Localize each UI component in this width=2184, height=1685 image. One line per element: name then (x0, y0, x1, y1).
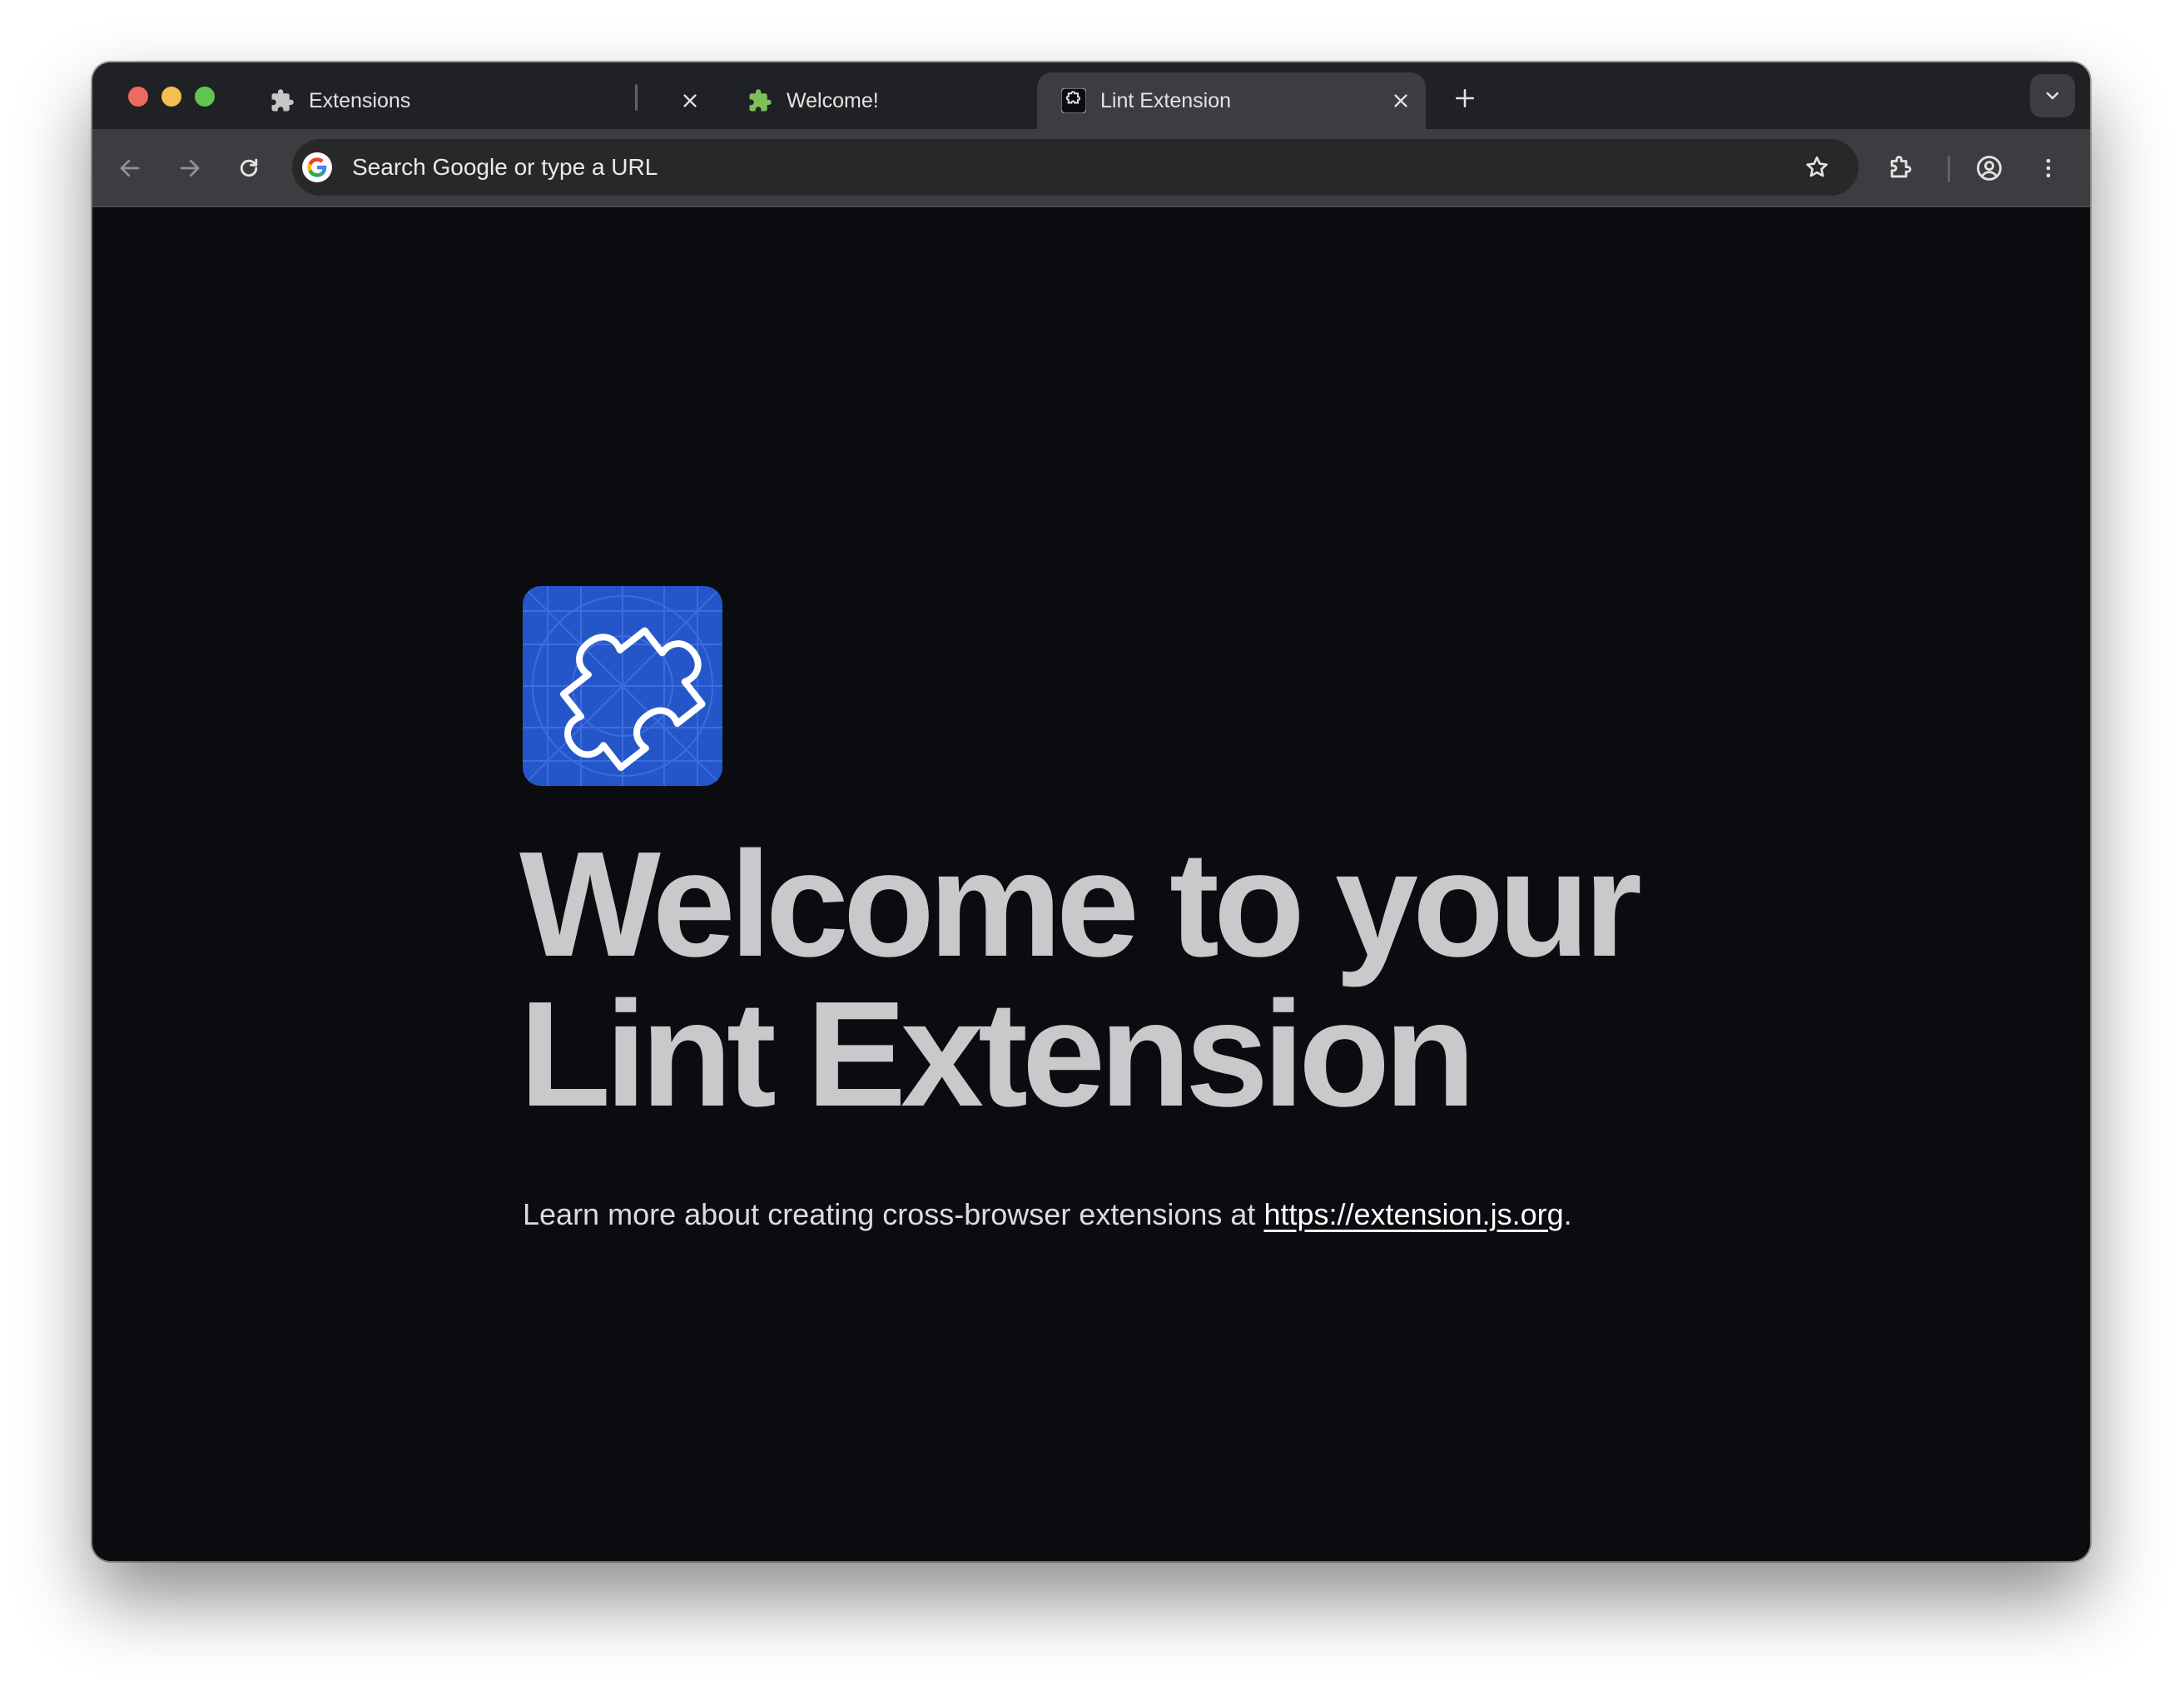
tab-divider (635, 84, 638, 111)
page-title: Welcome to your Lint Extension (519, 830, 1685, 1130)
window-close-button[interactable] (128, 87, 148, 107)
plus-icon (1455, 88, 1475, 108)
page-title-line-1: Welcome to your (519, 821, 1642, 988)
extension-docs-link[interactable]: https://extension.js.org (1263, 1197, 1563, 1231)
account-circle-icon (1977, 156, 2002, 181)
browser-menu-button[interactable] (2028, 147, 2069, 189)
lead-text: Learn more about creating cross-browser … (523, 1197, 1264, 1231)
extension-logo (523, 586, 722, 786)
new-tab-button[interactable] (1447, 81, 1482, 116)
browser-window: Extensions Welcome! Lint Extension Searc… (92, 62, 2090, 1561)
profile-button[interactable] (1968, 147, 2010, 189)
forward-button[interactable] (169, 147, 211, 189)
tab-title: Lint Extension (1100, 88, 1232, 112)
arrow-right-icon (180, 159, 200, 177)
puzzle-icon (269, 87, 295, 114)
back-button[interactable] (109, 147, 151, 189)
reload-icon (240, 158, 258, 177)
tab-title: Extensions (309, 88, 411, 112)
lead-suffix: . (1563, 1197, 1572, 1231)
browser-toolbar: Search Google or type a URL (92, 129, 2090, 207)
address-bar-placeholder: Search Google or type a URL (352, 154, 658, 180)
tab-extensions[interactable]: Extensions (259, 72, 715, 129)
page-title-line-2: Lint Extension (519, 971, 1476, 1138)
tab-strip: Extensions Welcome! Lint Extension (92, 62, 2090, 129)
tab-search-button[interactable] (2030, 74, 2075, 117)
bookmark-star-button[interactable] (1800, 151, 1834, 184)
green-puzzle-icon (747, 87, 773, 114)
arrow-left-icon (120, 159, 140, 177)
extensions-button[interactable] (1879, 147, 1921, 189)
more-vertical-icon (2046, 158, 2051, 178)
star-icon (1806, 156, 1828, 177)
chevron-down-icon (2046, 92, 2059, 100)
reload-button[interactable] (228, 147, 270, 189)
lint-extension-icon (1060, 87, 1087, 114)
lead-paragraph: Learn more about creating cross-browser … (523, 1197, 1572, 1232)
window-minimize-button[interactable] (161, 87, 181, 107)
page-content: Welcome to your Lint Extension Learn mor… (92, 207, 2090, 1561)
address-bar[interactable]: Search Google or type a URL (292, 139, 1859, 196)
puzzle-logo-icon (523, 586, 722, 786)
tab-lint-extension[interactable]: Lint Extension (1037, 72, 1426, 129)
puzzle-icon (1890, 156, 1912, 178)
close-tab-icon[interactable] (1386, 86, 1416, 116)
window-maximize-button[interactable] (195, 87, 215, 107)
toolbar-divider (1948, 156, 1950, 182)
tab-title: Welcome! (787, 88, 879, 112)
google-icon (302, 152, 332, 182)
